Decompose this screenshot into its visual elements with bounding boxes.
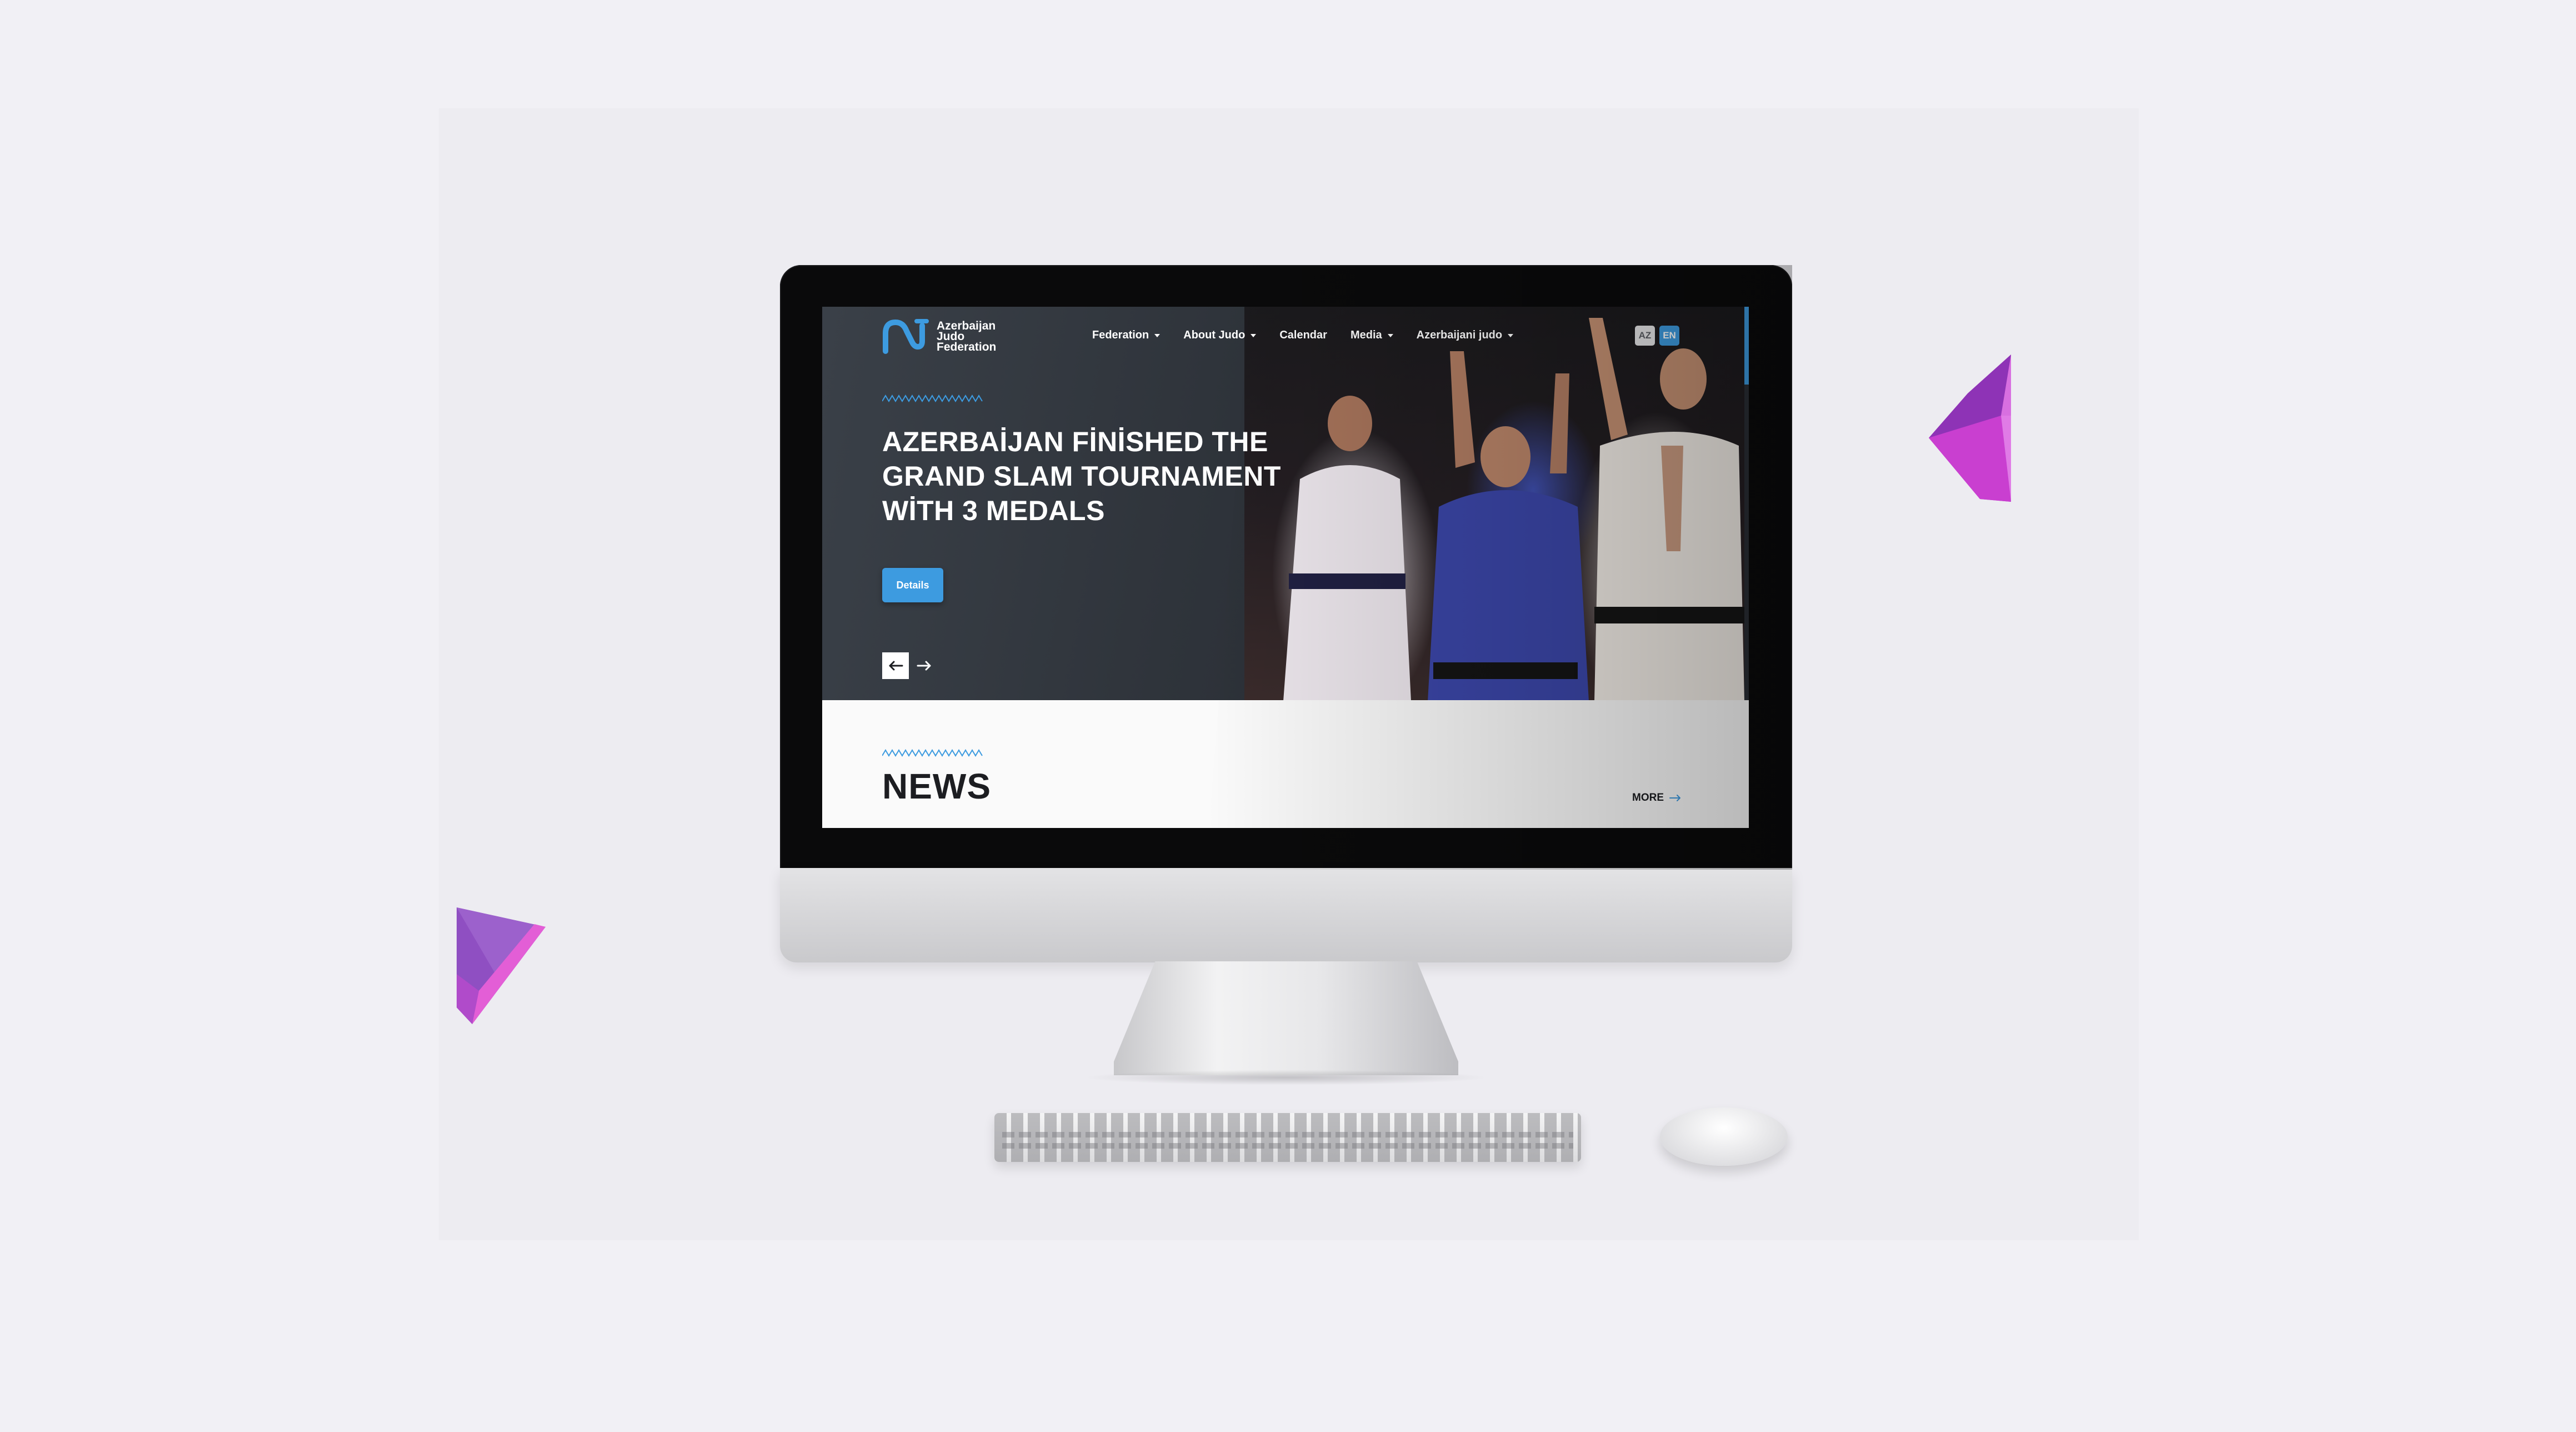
judoka-right bbox=[1589, 318, 1744, 701]
news-section: NEWS MORE bbox=[822, 700, 1749, 828]
nav-item-azerbaijani-judo[interactable]: Azerbaijani judo bbox=[1416, 329, 1514, 342]
website-screen: Azerbaijan Judo Federation Federation Ab… bbox=[822, 307, 1749, 828]
news-heading: NEWS bbox=[882, 766, 991, 806]
slider-prev-button[interactable] bbox=[882, 652, 909, 679]
logo-text: Azerbaijan Judo Federation bbox=[937, 319, 997, 353]
nav-item-label: Federation bbox=[1092, 329, 1149, 341]
chevron-down-icon bbox=[1154, 333, 1161, 337]
nav-item-label: Media bbox=[1350, 329, 1382, 341]
chevron-down-icon bbox=[1508, 333, 1514, 337]
arrow-left-icon bbox=[889, 661, 903, 671]
details-button[interactable]: Details bbox=[882, 568, 943, 602]
monitor-stand bbox=[1114, 961, 1458, 1075]
judoka-center bbox=[1428, 351, 1589, 701]
hero-slider: Azerbaijan Judo Federation Federation Ab… bbox=[822, 307, 1749, 701]
nav-item-media[interactable]: Media bbox=[1350, 329, 1393, 342]
language-switcher: AZ EN bbox=[1635, 326, 1679, 346]
site-logo[interactable]: Azerbaijan Judo Federation bbox=[882, 317, 1014, 356]
news-more-link[interactable]: MORE bbox=[1632, 792, 1682, 804]
main-menu: Federation About Judo Calendar Media Aze… bbox=[1092, 329, 1514, 342]
nav-item-about-judo[interactable]: About Judo bbox=[1183, 329, 1257, 342]
nav-item-label: Calendar bbox=[1279, 329, 1327, 341]
hero-headline: AZERBAİJAN FİNİSHED THE GRAND SLAM TOURN… bbox=[882, 426, 1281, 526]
language-en-button[interactable]: EN bbox=[1659, 326, 1679, 346]
top-navigation: Azerbaijan Judo Federation Federation Ab… bbox=[822, 307, 1749, 368]
wave-decoration bbox=[882, 395, 983, 402]
stand-shadow bbox=[1083, 1070, 1489, 1085]
nav-item-federation[interactable]: Federation bbox=[1092, 329, 1161, 342]
magenta-gem-shape bbox=[1929, 355, 2011, 502]
keyboard bbox=[994, 1113, 1581, 1162]
arrow-right-icon bbox=[1669, 795, 1680, 801]
wave-decoration bbox=[882, 749, 983, 757]
nav-item-calendar[interactable]: Calendar bbox=[1279, 329, 1327, 342]
nav-item-label: About Judo bbox=[1183, 329, 1246, 341]
mouse bbox=[1660, 1107, 1788, 1166]
chevron-down-icon bbox=[1251, 333, 1257, 337]
slider-next-button[interactable] bbox=[911, 652, 938, 679]
arrow-right-icon bbox=[917, 661, 931, 671]
ajf-logo-icon bbox=[883, 319, 929, 354]
chevron-down-icon bbox=[1387, 333, 1393, 337]
monitor-chin bbox=[780, 868, 1792, 962]
purple-gem-shape bbox=[457, 907, 546, 1024]
nav-item-label: Azerbaijani judo bbox=[1416, 329, 1503, 341]
more-label: MORE bbox=[1632, 792, 1664, 804]
language-az-button[interactable]: AZ bbox=[1635, 326, 1655, 346]
